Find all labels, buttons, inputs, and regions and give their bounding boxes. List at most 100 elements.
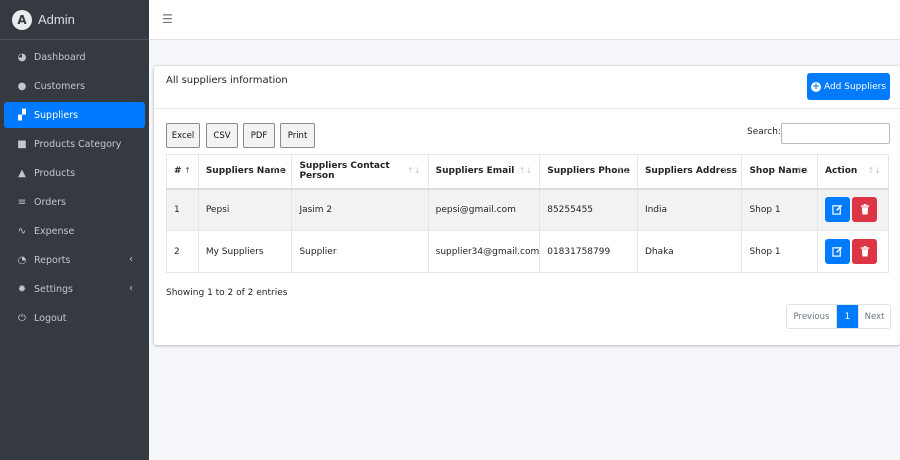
topbar: ☰ [149,0,900,40]
col-header-shop[interactable]: Shop Name ↑↓ [741,154,819,190]
cell-phone: 01831758799 [539,230,638,273]
trash-icon [860,246,869,257]
cell-name: Pepsi [197,188,293,231]
gear-icon: ✹ [17,283,27,295]
sort-list-icon: ≡ [17,196,27,208]
pdf-button[interactable]: PDF [243,123,275,148]
sort-asc-icon: ↑ [184,166,191,175]
user-icon: ● [17,80,27,92]
cell-contact: Jasim 2 [291,188,429,231]
people-carry-icon: ▞ [18,109,26,121]
pagination-page-1[interactable]: 1 [837,305,858,328]
trash-icon [860,204,869,215]
col-header-index[interactable]: # ↑ [166,154,199,190]
card-title: All suppliers information [166,75,288,86]
cell-index: 2 [166,230,199,273]
print-button[interactable]: Print [280,123,315,148]
sidebar-item-products-category[interactable]: ■ Products Category [4,131,145,157]
cell-address: India [636,188,743,231]
sidebar-item-label: Products [34,167,76,179]
cell-shop: Shop 1 [741,188,819,231]
sort-icon: ↑↓ [271,166,285,175]
sidebar-item-label: Orders [34,196,66,208]
sidebar-nav: ◕ Dashboard ● Customers ▞ Suppliers ■ Pr… [0,44,149,331]
cell-contact: Supplier [291,230,429,273]
sidebar-item-expense[interactable]: ∿ Expense [4,218,145,244]
card-header: All suppliers information + Add Supplier… [154,66,900,109]
search-input[interactable] [781,123,890,144]
sidebar-item-label: Customers [34,80,86,92]
pie-chart-icon: ◔ [17,254,27,266]
delete-button[interactable] [852,197,878,223]
edit-button[interactable] [825,197,851,223]
brand[interactable]: A Admin [0,0,149,40]
sidebar-item-orders[interactable]: ≡ Orders [4,189,145,215]
add-suppliers-label: Add Suppliers [823,81,887,92]
suppliers-card: All suppliers information + Add Supplier… [154,66,900,345]
sidebar-item-label: Expense [34,225,75,237]
table-info: Showing 1 to 2 of 2 entries [166,288,288,298]
sidebar-item-reports[interactable]: ◔ Reports ‹ [4,247,145,273]
chevron-left-icon: ‹ [129,254,133,265]
book-icon: ■ [17,138,27,150]
sort-icon: ↑↓ [518,166,533,175]
sidebar-item-label: Reports [34,254,71,266]
cell-email: supplier34@gmail.com [427,230,541,273]
cell-address: Dhaka [636,230,743,273]
col-header-address[interactable]: Suppliers Address ↑↓ [636,154,743,190]
col-header-action[interactable]: Action ↑↓ [817,154,889,190]
sidebar-item-logout[interactable]: ⏻ Logout [4,305,145,331]
edit-icon [832,246,843,257]
sidebar-item-label: Settings [34,283,73,295]
edit-button[interactable] [825,239,851,264]
table-header-row: # ↑ Suppliers Name ↑↓ Suppliers Contact Pe… [166,154,889,190]
csv-button[interactable]: CSV [206,123,238,148]
sidebar-item-label: Products Category [34,138,122,150]
chevron-left-icon: ‹ [129,283,133,294]
chart-line-icon: ∿ [17,225,27,237]
sort-icon: ↑↓ [721,166,735,175]
power-icon: ⏻ [18,312,26,324]
sidebar: A Admin ◕ Dashboard ● Customers ▞ Suppli… [0,0,149,460]
sort-icon: ↑↓ [616,166,630,175]
edit-icon [832,205,843,215]
cell-shop: Shop 1 [741,230,819,273]
delete-button[interactable] [852,239,878,264]
pagination-next[interactable]: Next [858,305,890,328]
cell-name: My Suppliers [197,230,293,273]
excel-button[interactable]: Excel [166,123,200,148]
sort-icon: ↑↓ [867,166,881,175]
add-suppliers-button[interactable]: + Add Suppliers [807,73,890,100]
cell-action [817,230,889,273]
pagination: Previous 1 Next [786,304,891,329]
brand-name: Admin [38,12,75,27]
shopping-bag-icon: ▲ [18,167,26,179]
brand-logo: A [12,9,32,30]
col-header-name[interactable]: Suppliers Name ↑↓ [197,154,293,190]
table-row: 1 Pepsi Jasim 2 pepsi@gmail.com 85255455… [166,188,889,231]
table-row: 2 My Suppliers Supplier supplier34@gmail… [166,230,889,273]
col-header-contact[interactable]: Suppliers Contact Person ↑↓ [291,154,429,190]
sidebar-item-dashboard[interactable]: ◕ Dashboard [4,44,145,70]
sidebar-item-customers[interactable]: ● Customers [4,73,145,99]
dashboard-icon: ◕ [17,51,27,63]
pagination-previous[interactable]: Previous [787,305,837,328]
search-label: Search: [747,127,781,137]
sort-icon: ↑↓ [407,166,421,175]
hamburger-menu-icon[interactable]: ☰ [162,12,173,26]
sidebar-item-label: Logout [34,312,67,324]
sidebar-item-suppliers[interactable]: ▞ Suppliers [4,102,145,128]
col-header-email[interactable]: Suppliers Email ↑↓ [427,154,541,190]
cell-index: 1 [166,188,199,231]
sidebar-item-settings[interactable]: ✹ Settings ‹ [4,276,145,302]
sort-icon: ↑↓ [796,166,811,175]
cell-phone: 85255455 [539,188,638,231]
sidebar-item-label: Suppliers [34,109,79,121]
sidebar-item-products[interactable]: ▲ Products [4,160,145,186]
cell-action [817,188,889,231]
plus-circle-icon: + [810,81,821,92]
suppliers-table: # ↑ Suppliers Name ↑↓ Suppliers Contact Pe… [166,154,889,273]
cell-email: pepsi@gmail.com [427,188,541,231]
sidebar-item-label: Dashboard [34,51,86,63]
col-header-phone[interactable]: Suppliers Phone ↑↓ [539,154,638,190]
